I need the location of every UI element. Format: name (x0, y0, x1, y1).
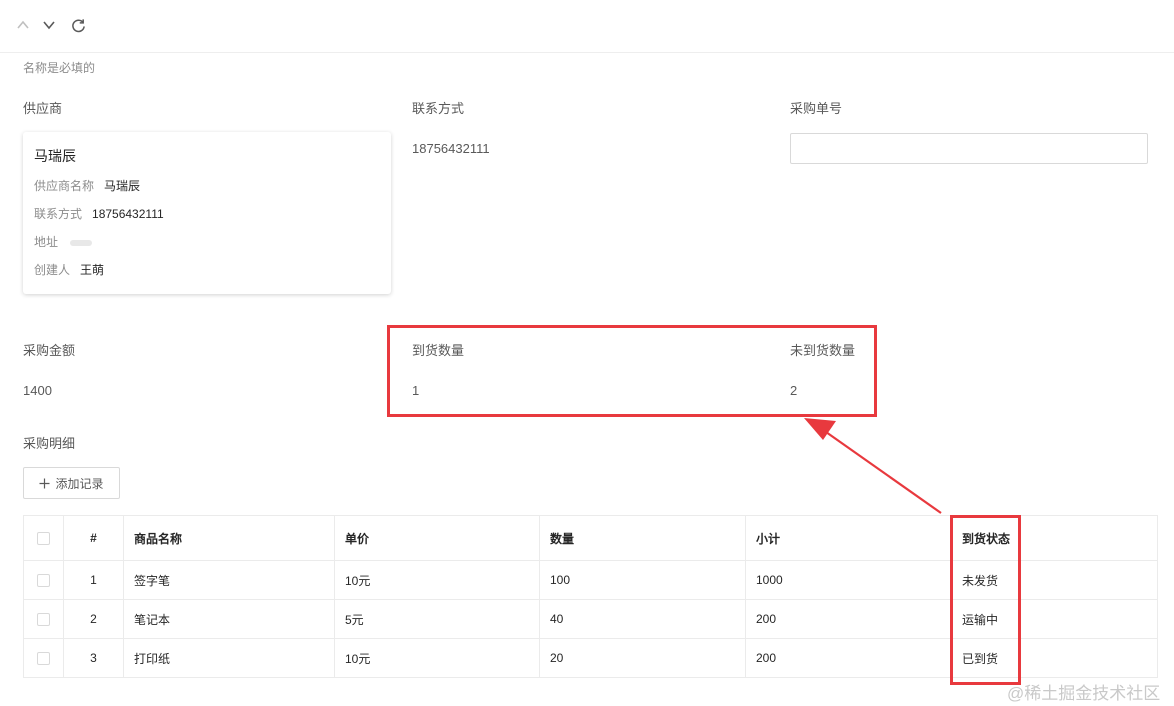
watermark: @稀土掘金技术社区 (1007, 684, 1161, 703)
purchase-order-form: 名称是必填的 供应商 联系方式 采购单号 马瑞辰 供应商名称 马瑞辰 联系方式 18… (0, 0, 1174, 706)
annotation-arrow (804, 418, 942, 514)
